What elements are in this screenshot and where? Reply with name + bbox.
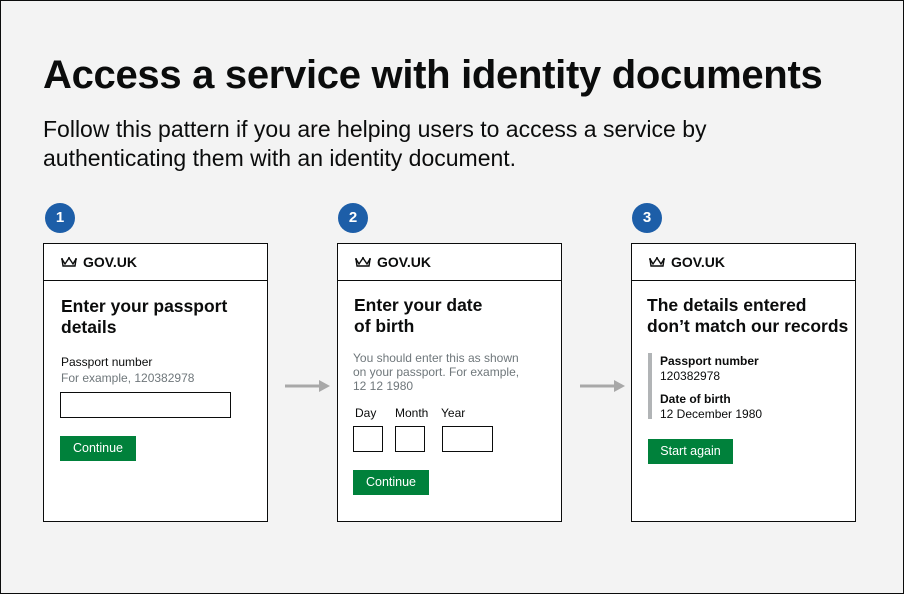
govuk-logo-text: GOV.UK — [377, 254, 431, 270]
step-3-badge: 3 — [632, 203, 662, 233]
date-of-birth-hint: You should enter this as shown on your p… — [353, 351, 519, 393]
date-of-birth-label: Date of birth — [660, 392, 731, 406]
heading-line: Enter your passport — [61, 296, 228, 316]
passport-number-label: Passport number — [660, 354, 759, 368]
govuk-header: GOV.UK — [632, 244, 855, 281]
inset-border — [648, 353, 652, 419]
year-input[interactable] — [442, 426, 493, 452]
step-1-badge: 1 — [45, 203, 75, 233]
year-label: Year — [441, 406, 466, 420]
heading-line: Enter your date — [354, 295, 483, 315]
passport-number-input[interactable] — [60, 392, 231, 418]
day-label: Day — [355, 406, 377, 420]
hint-line: 12 12 1980 — [353, 379, 414, 393]
step-2-heading: Enter your date of birth — [354, 295, 482, 337]
hint-line: on your passport. For example, — [353, 365, 520, 379]
step-3-card: GOV.UK The details entered don’t match o… — [631, 243, 856, 522]
arrow-right-icon — [580, 380, 625, 392]
govuk-logo-text: GOV.UK — [671, 254, 725, 270]
heading-line: The details entered — [647, 295, 807, 315]
start-again-button[interactable]: Start again — [648, 439, 733, 464]
month-label: Month — [395, 406, 429, 420]
continue-button[interactable]: Continue — [60, 436, 136, 461]
passport-number-value: 120382978 — [660, 369, 721, 383]
diagram-frame: Access a service with identity documents… — [0, 0, 904, 594]
day-input[interactable] — [353, 426, 383, 452]
hint-line: You should enter this as shown — [353, 351, 519, 365]
step-1-heading: Enter your passport details — [61, 296, 227, 338]
date-of-birth-value: 12 December 1980 — [660, 407, 763, 421]
arrow-right-icon — [285, 380, 330, 392]
continue-button[interactable]: Continue — [353, 470, 429, 495]
passport-number-hint: For example, 120382978 — [61, 371, 195, 385]
crown-icon — [61, 256, 77, 267]
heading-line: don’t match our records — [647, 316, 849, 336]
step-1-card: GOV.UK Enter your passport details Passp… — [43, 243, 268, 522]
govuk-header: GOV.UK — [44, 244, 267, 281]
crown-icon — [649, 256, 665, 267]
crown-icon — [355, 256, 371, 267]
page-title: Access a service with identity documents — [43, 53, 823, 97]
month-input[interactable] — [395, 426, 425, 452]
step-2-badge: 2 — [338, 203, 368, 233]
heading-line: details — [61, 317, 117, 337]
page-subtitle: Follow this pattern if you are helping u… — [43, 116, 707, 171]
heading-line: of birth — [354, 316, 415, 336]
govuk-logo-text: GOV.UK — [83, 254, 137, 270]
govuk-header: GOV.UK — [338, 244, 561, 281]
step-3-heading: The details entered don’t match our reco… — [647, 295, 848, 337]
passport-number-label: Passport number — [61, 355, 153, 369]
step-2-card: GOV.UK Enter your date of birth You shou… — [337, 243, 562, 522]
